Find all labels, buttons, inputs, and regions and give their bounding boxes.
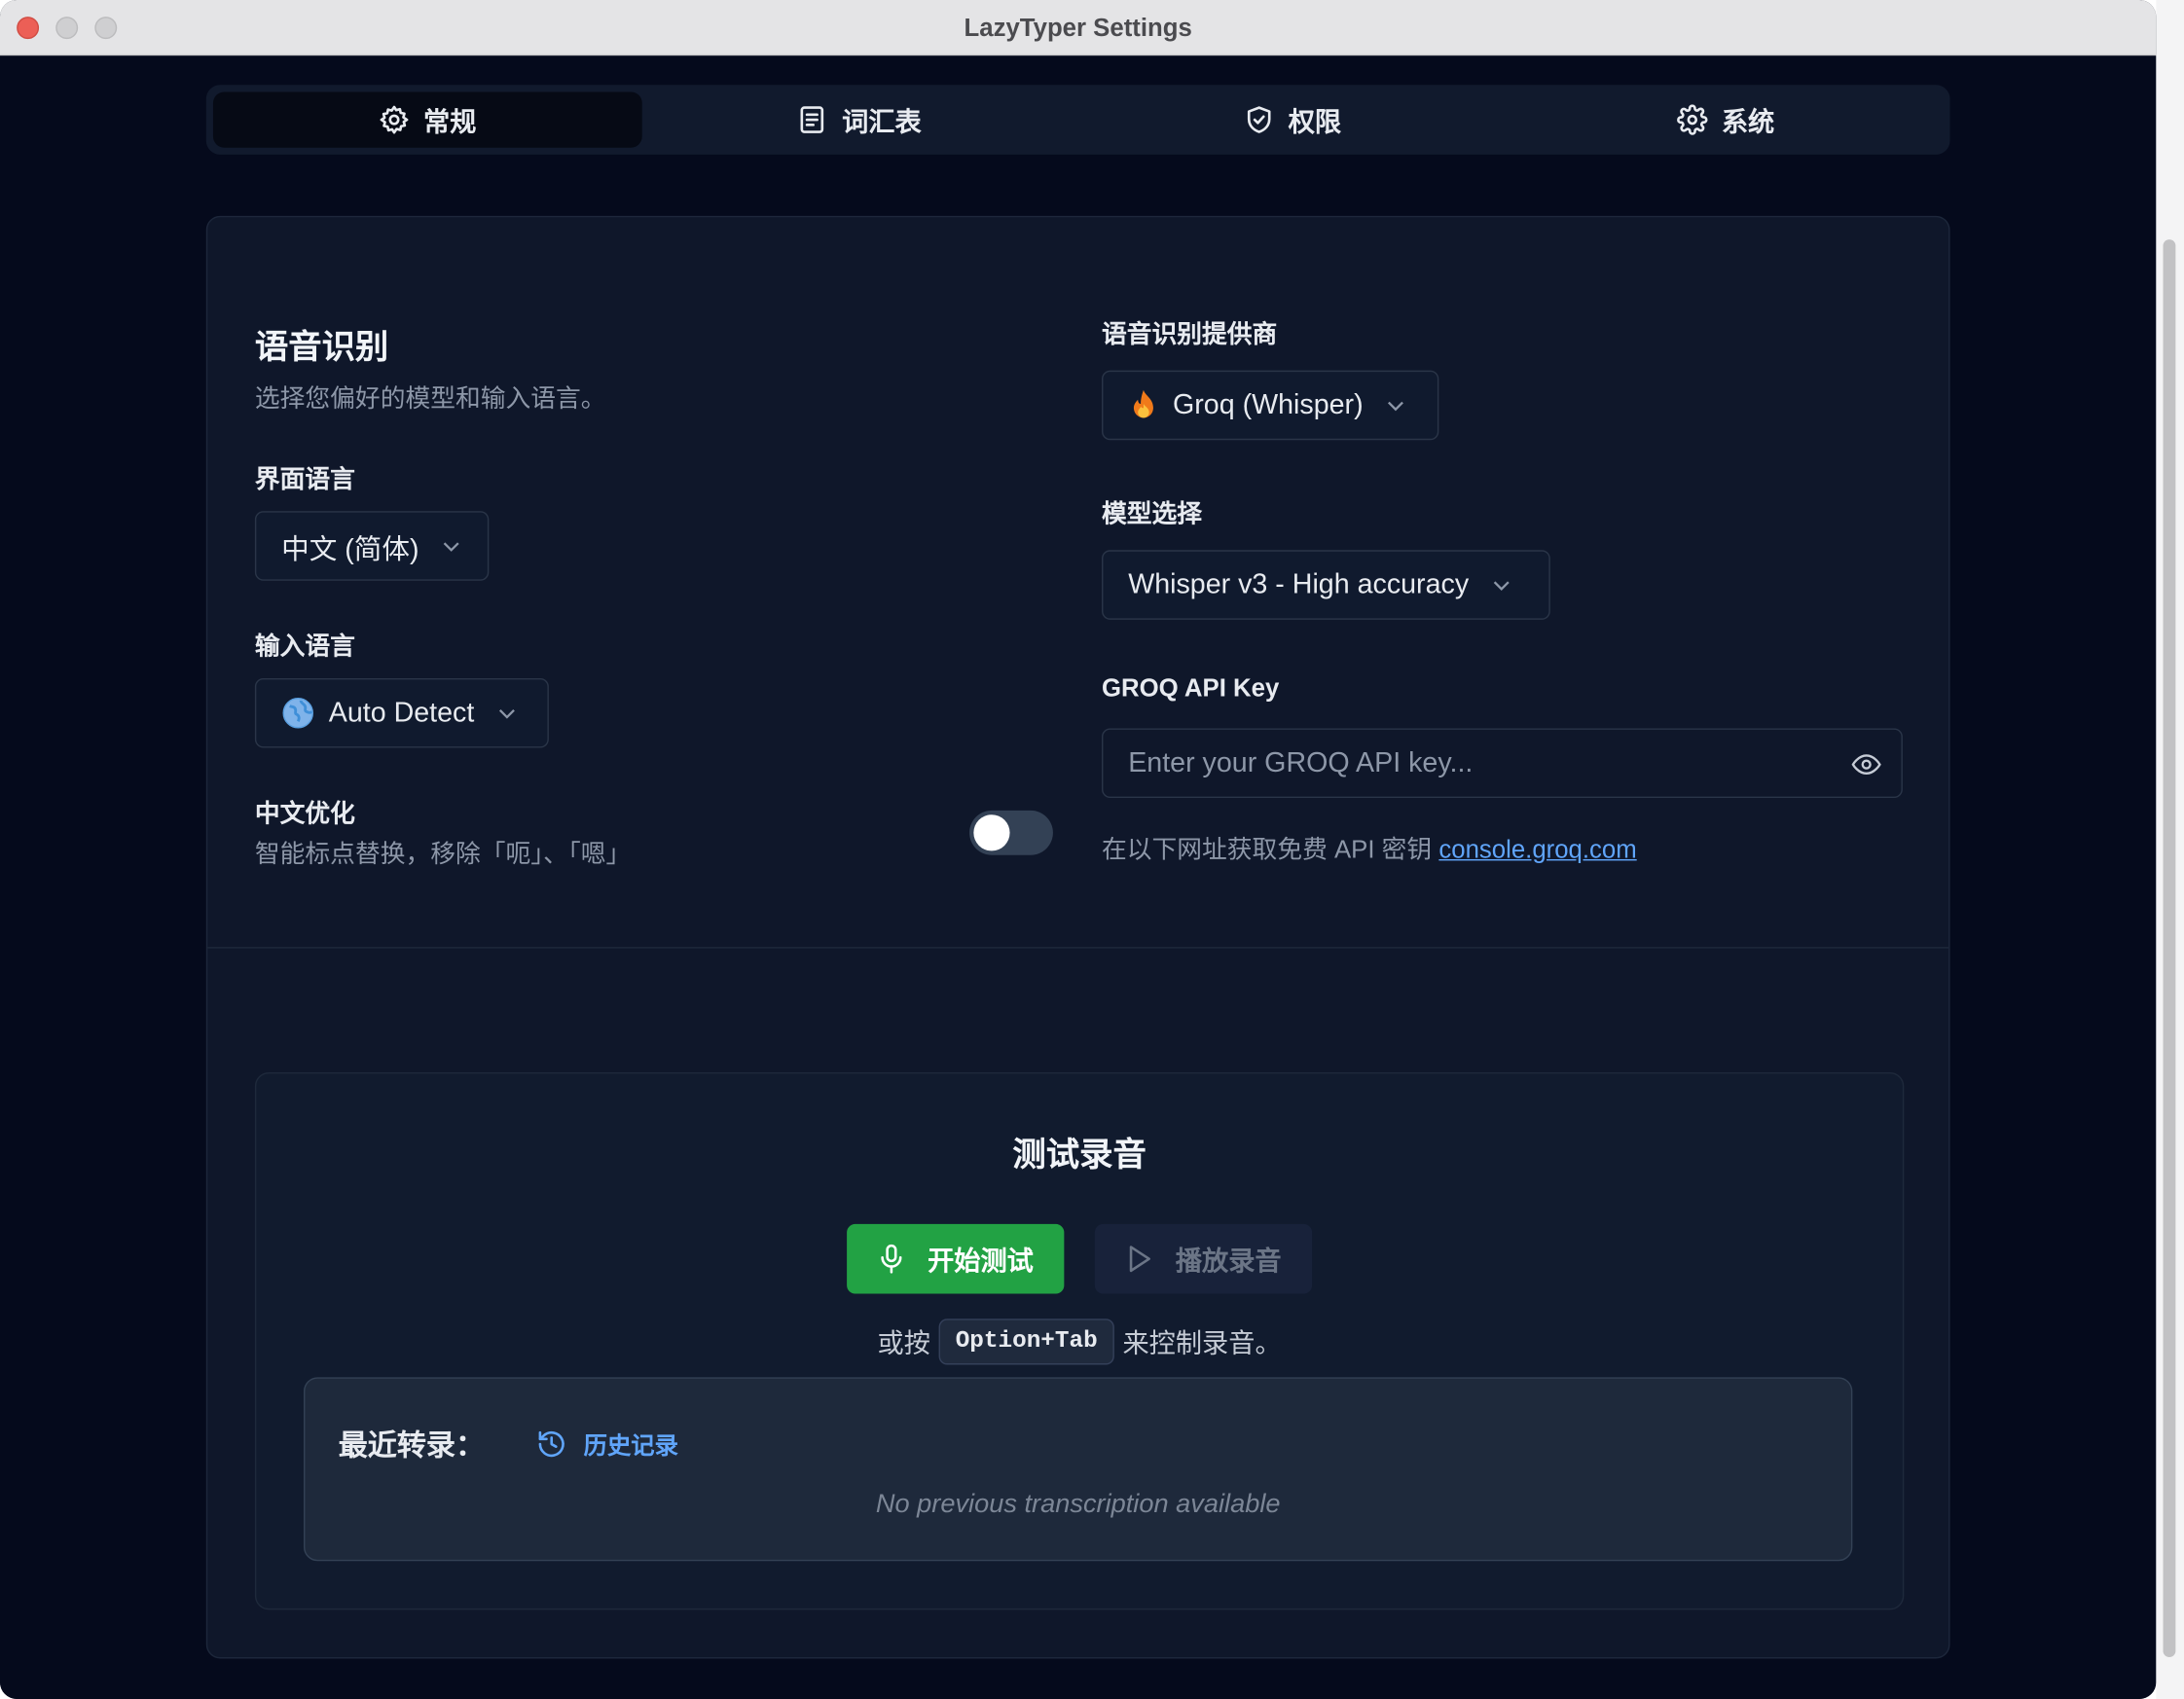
- tab-permissions-label: 权限: [1288, 107, 1342, 137]
- recent-transcription-box: 最近转录： 历史记录 No previous transcription ava…: [303, 1377, 1853, 1562]
- chevron-down-icon: [1493, 581, 1510, 591]
- tab-system-label: 系统: [1721, 107, 1775, 137]
- scrollbar-thumb[interactable]: [2163, 239, 2176, 1658]
- chevron-down-icon: [498, 709, 515, 719]
- history-link[interactable]: 历史记录: [536, 1426, 678, 1461]
- provider-value: Groq (Whisper): [1172, 388, 1364, 420]
- shield-check-icon: [1247, 106, 1271, 133]
- fire-icon: [1133, 389, 1153, 418]
- section-divider: [207, 947, 1949, 949]
- groq-console-link[interactable]: console.groq.com: [1438, 836, 1636, 864]
- general-settings-card: 语音识别 选择您偏好的模型和输入语言。 界面语言 中文 (简体) 输入语言 Au…: [205, 215, 1950, 1659]
- hint-prefix: 或按: [877, 1329, 930, 1359]
- recent-transcription-title: 最近转录：: [338, 1429, 486, 1463]
- start-test-label: 开始测试: [928, 1247, 1034, 1277]
- api-key-input[interactable]: [1103, 729, 1828, 797]
- gear-icon: [380, 105, 409, 134]
- shortcut-hint: 或按 Option+Tab 来控制录音。: [256, 1319, 1903, 1365]
- tab-vocabulary[interactable]: 词汇表: [645, 91, 1074, 147]
- api-key-help: 在以下网址获取免费 API 密钥 console.groq.com: [1102, 830, 1637, 866]
- chinese-optimization-description: 智能标点替换，移除「呃」、「嗯」: [254, 839, 632, 868]
- api-key-label: GROQ API Key: [1102, 673, 1280, 703]
- content-area: 常规 词汇表 权限 系统 语音识别 选择您偏好的模型和输入语言。 界面语言 中文…: [0, 55, 2157, 1699]
- input-language-select[interactable]: Auto Detect: [254, 677, 549, 748]
- chinese-optimization-label: 中文优化: [254, 799, 355, 828]
- tab-general[interactable]: 常规: [212, 91, 642, 148]
- input-language-value: Auto Detect: [328, 697, 475, 728]
- ui-language-select[interactable]: 中文 (简体): [254, 511, 490, 581]
- tab-general-label: 常规: [423, 107, 477, 137]
- provider-label: 语音识别提供商: [1102, 320, 1278, 348]
- ui-language-label: 界面语言: [254, 464, 355, 493]
- title-bar: LazyTyper Settings: [0, 0, 2157, 56]
- chinese-optimization-toggle[interactable]: [969, 810, 1053, 855]
- model-label: 模型选择: [1102, 499, 1203, 528]
- history-icon: [538, 1430, 564, 1457]
- play-icon: [1129, 1246, 1150, 1273]
- play-recording-label: 播放录音: [1175, 1247, 1282, 1277]
- shortcut-key: Option+Tab: [938, 1319, 1114, 1365]
- hint-suffix: 来控制录音。: [1122, 1329, 1282, 1359]
- provider-select[interactable]: Groq (Whisper): [1102, 370, 1439, 441]
- input-language-label: 输入语言: [254, 632, 355, 661]
- globe-icon: [282, 697, 313, 729]
- ui-language-value: 中文 (简体): [281, 533, 419, 565]
- toggle-knob: [973, 814, 1010, 851]
- speech-recognition-title: 语音识别: [254, 328, 389, 367]
- api-key-help-text: 在以下网址获取免费 API 密钥: [1102, 835, 1433, 864]
- chevron-down-icon: [1387, 401, 1403, 412]
- history-label: 历史记录: [583, 1432, 678, 1460]
- model-value: Whisper v3 - High accuracy: [1128, 568, 1470, 600]
- window-title: LazyTyper Settings: [964, 14, 1192, 42]
- microphone-icon: [881, 1244, 902, 1274]
- settings-window: LazyTyper Settings 常规 词汇表 权限 系统 语音识别 选择您…: [0, 0, 2157, 1699]
- tab-system[interactable]: 系统: [1511, 91, 1941, 147]
- chevron-down-icon: [443, 542, 459, 552]
- api-key-field-wrapper: [1102, 728, 1903, 799]
- start-test-button[interactable]: 开始测试: [847, 1223, 1065, 1294]
- speech-recognition-subtitle: 选择您偏好的模型和输入语言。: [254, 383, 606, 413]
- play-recording-button[interactable]: 播放录音: [1094, 1223, 1313, 1294]
- model-select[interactable]: Whisper v3 - High accuracy: [1102, 550, 1550, 620]
- empty-transcription-message: No previous transcription available: [875, 1490, 1281, 1520]
- tab-permissions[interactable]: 权限: [1078, 91, 1508, 147]
- eye-icon[interactable]: [1851, 749, 1881, 779]
- document-icon: [801, 106, 824, 133]
- cog-icon: [1677, 104, 1708, 135]
- test-recording-panel: 测试录音 开始测试 播放录音 或按 Option+Tab 来控制录音。 最近转录…: [254, 1071, 1905, 1610]
- tab-bar: 常规 词汇表 权限 系统: [205, 85, 1950, 155]
- tab-vocabulary-label: 词汇表: [842, 107, 922, 137]
- test-recording-title: 测试录音: [1012, 1136, 1147, 1175]
